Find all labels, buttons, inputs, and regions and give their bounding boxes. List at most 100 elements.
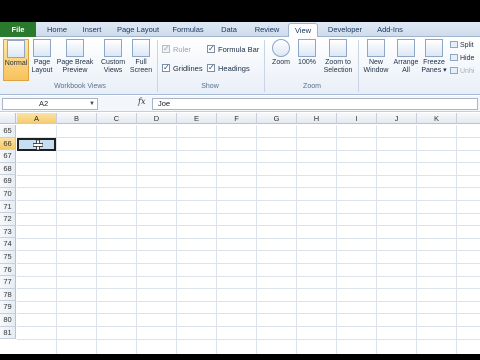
tab-view[interactable]: View [288, 23, 318, 38]
excel-window: File Home Insert Page Layout Formulas Da… [0, 22, 480, 354]
tab-review[interactable]: Review [250, 23, 284, 37]
column-header-g[interactable]: G [257, 113, 297, 124]
hide-button[interactable]: Hide [450, 54, 474, 64]
headings-label: Headings [218, 64, 250, 73]
row-header[interactable]: 76 [0, 263, 16, 277]
column-header-e[interactable]: E [177, 113, 217, 124]
selected-cell[interactable] [17, 137, 56, 151]
unhide-label: Unhi [460, 68, 475, 75]
arrange-all-button[interactable]: Arrange All [392, 39, 420, 81]
zoom-label: Zoom [272, 59, 290, 66]
gridline [17, 187, 480, 189]
page-layout-label-2: Layout [31, 67, 53, 74]
tab-file[interactable]: File [0, 22, 36, 37]
freeze-label-1: Freeze [423, 59, 445, 66]
row-header[interactable]: 67 [0, 150, 16, 163]
column-header-d[interactable]: D [137, 113, 177, 124]
column-header-b[interactable]: B [57, 113, 97, 124]
headings-checkbox[interactable]: Headings [207, 63, 250, 74]
row-header[interactable]: 68 [0, 162, 16, 176]
full-screen-icon [132, 39, 150, 57]
row-header[interactable]: 79 [0, 301, 16, 314]
chevron-down-icon[interactable]: ▼ [89, 99, 95, 109]
page-break-label-1: Page Break [56, 59, 94, 66]
gridline [17, 275, 480, 277]
full-screen-label-1: Full [135, 59, 147, 66]
gridline [376, 125, 377, 354]
arrange-all-icon [397, 39, 415, 57]
row-header[interactable]: 75 [0, 251, 16, 264]
column-headers: A B C D E F G H I J K [0, 113, 480, 124]
row-header[interactable]: 72 [0, 213, 16, 226]
gridline [17, 200, 480, 201]
tab-data[interactable]: Data [214, 23, 244, 37]
new-window-button[interactable]: New Window [361, 39, 391, 81]
workbook-views-group-label: Workbook Views [54, 83, 106, 90]
freeze-label-2: Panes ▾ [421, 67, 447, 74]
row-header[interactable]: 74 [0, 238, 16, 251]
page-layout-view-button[interactable]: Page Layout [30, 39, 54, 81]
custom-views-button[interactable]: Custom Views [98, 39, 128, 81]
gridline [17, 326, 480, 327]
gridlines-checkbox[interactable]: Gridlines [162, 63, 203, 74]
freeze-panes-button[interactable]: Freeze Panes ▾ [421, 39, 447, 81]
normal-view-button[interactable]: Normal [3, 39, 29, 81]
formula-input[interactable]: Joe [152, 98, 478, 110]
hide-icon [450, 54, 458, 61]
zoom-button[interactable]: Zoom [269, 39, 293, 81]
tab-developer[interactable]: Developer [324, 23, 366, 37]
row-header[interactable]: 77 [0, 276, 16, 289]
row-header[interactable]: 70 [0, 188, 16, 201]
group-separator [157, 40, 158, 92]
ribbon-view: Normal Page Layout Page Break Preview Cu… [0, 37, 480, 95]
checkbox-icon [162, 63, 170, 73]
select-all-corner[interactable] [0, 113, 16, 124]
checkbox-icon [207, 63, 215, 73]
split-button[interactable]: Split [450, 41, 474, 51]
video-frame: File Home Insert Page Layout Formulas Da… [0, 0, 480, 360]
column-header-k[interactable]: K [417, 113, 457, 124]
gridline [416, 125, 417, 354]
row-header[interactable]: 81 [0, 326, 16, 340]
page-layout-icon [33, 39, 51, 57]
tab-page-layout[interactable]: Page Layout [114, 23, 162, 37]
column-header-a[interactable]: A [17, 113, 57, 124]
tab-insert[interactable]: Insert [76, 23, 108, 37]
unhide-button[interactable]: Unhi [450, 67, 474, 77]
column-header-i[interactable]: I [337, 113, 377, 124]
column-header-f[interactable]: F [217, 113, 257, 124]
zoom-100-button[interactable]: 100% [295, 39, 319, 81]
tab-home[interactable]: Home [42, 23, 72, 37]
cell-area[interactable] [17, 125, 480, 354]
arrange-label-1: Arrange [393, 59, 419, 66]
page-break-preview-button[interactable]: Page Break Preview [55, 39, 95, 81]
tab-formulas[interactable]: Formulas [168, 23, 208, 37]
tab-add-ins[interactable]: Add-Ins [372, 23, 408, 37]
full-screen-button[interactable]: Full Screen [128, 39, 154, 81]
row-header[interactable]: 71 [0, 200, 16, 214]
insert-function-button[interactable]: fx [138, 97, 145, 106]
column-header-j[interactable]: J [377, 113, 417, 124]
checkbox-icon [207, 44, 215, 54]
gridline [456, 125, 457, 354]
column-header-h[interactable]: H [297, 113, 337, 124]
column-header-c[interactable]: C [97, 113, 137, 124]
row-header[interactable]: 69 [0, 175, 16, 188]
name-box[interactable]: A2 ▼ [2, 98, 98, 110]
ribbon-tab-bar: File Home Insert Page Layout Formulas Da… [0, 22, 480, 38]
row-header[interactable]: 65 [0, 125, 16, 138]
zoom-to-selection-button[interactable]: Zoom to Selection [321, 39, 355, 81]
row-header-selected[interactable]: 66 [0, 137, 16, 151]
ruler-checkbox[interactable]: Ruler [162, 44, 191, 55]
gridline [17, 174, 480, 176]
zoom-selection-icon [329, 39, 347, 57]
gridline [136, 125, 137, 354]
gridline [56, 125, 57, 354]
row-header[interactable]: 80 [0, 314, 16, 327]
formula-bar-checkbox[interactable]: Formula Bar [207, 44, 259, 55]
row-header[interactable]: 78 [0, 288, 16, 302]
gridline [17, 288, 480, 290]
cell-cursor-icon [33, 139, 43, 150]
row-header[interactable]: 73 [0, 225, 16, 239]
gridline [17, 263, 480, 264]
